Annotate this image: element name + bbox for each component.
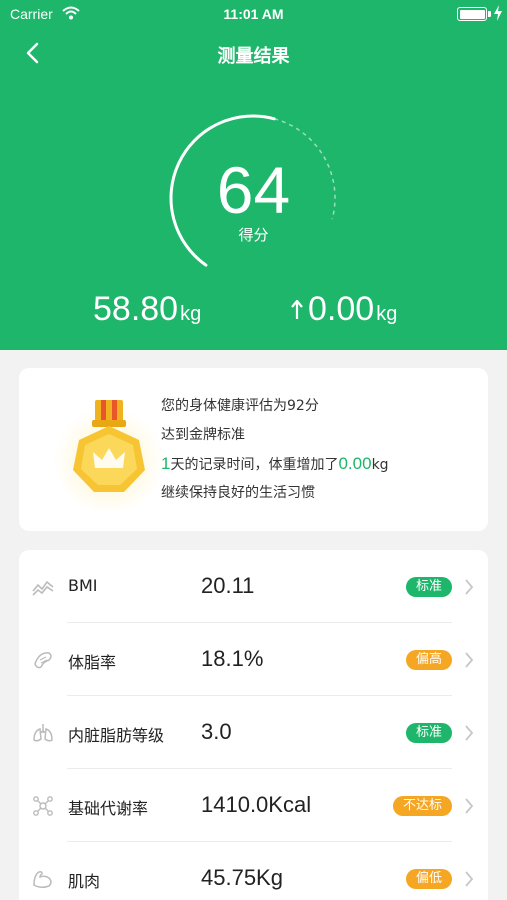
metric-value: 3.0	[201, 719, 232, 744]
muscle-icon	[33, 871, 52, 889]
score-value: 64	[216, 153, 291, 227]
assessment-text: 您的身体健康评估为92分 达到金牌标准 1天的记录时间，体重增加了0.00kg …	[161, 394, 389, 510]
assessment-card: 您的身体健康评估为92分 达到金牌标准 1天的记录时间，体重增加了0.00kg …	[19, 368, 488, 531]
metric-value: 18.1%	[201, 646, 264, 671]
status-badge: 标准	[405, 577, 452, 597]
metric-name: 肌肉	[68, 872, 101, 891]
battery-tip	[488, 11, 491, 17]
weight-change-stat: 0.00 kg	[290, 290, 397, 329]
arrow-up-icon	[291, 299, 303, 319]
assessment-level-text: 达到金牌标准	[161, 427, 245, 443]
chevron-right-icon	[465, 798, 474, 814]
status-time: 11:01 AM	[223, 6, 284, 22]
metric-name: 内脏脂肪等级	[68, 726, 165, 745]
metric-name: 基础代谢率	[68, 799, 149, 818]
battery-icon	[457, 7, 487, 21]
metric-value: 1410.0Kcal	[201, 792, 312, 817]
weight-gain-value: 0.00	[338, 454, 372, 473]
record-mid-text: 天的记录时间，体重增加了	[170, 457, 339, 473]
weight-value: 58.80	[93, 290, 179, 328]
status-badge: 偏高	[405, 650, 452, 670]
chevron-right-icon	[465, 725, 474, 741]
weight-stat: 58.80 kg	[93, 290, 201, 329]
weight-unit: kg	[180, 303, 202, 325]
chevron-right-icon	[465, 652, 474, 668]
assessment-score-text: 您的身体健康评估为92分	[161, 398, 319, 414]
header: Carrier 11:01 AM 测量结果 64 得分 58.80 kg 0.00…	[0, 0, 507, 350]
metric-row-visceral-fat[interactable]: 内脏脂肪等级 3.0 标准	[19, 696, 488, 769]
metric-row-bmi[interactable]: BMI 20.11 标准	[19, 550, 488, 623]
body-fat-icon	[34, 652, 52, 669]
metric-name: 体脂率	[68, 653, 117, 672]
status-bar: Carrier 11:01 AM	[0, 0, 507, 28]
weight-change-unit: kg	[376, 303, 398, 325]
chevron-right-icon	[465, 871, 474, 887]
chevron-right-icon	[465, 579, 474, 595]
metric-row-muscle[interactable]: 肌肉 45.75Kg 偏低	[19, 842, 488, 900]
lungs-icon	[33, 724, 53, 742]
molecule-icon	[33, 796, 53, 816]
page-title: 测量结果	[217, 46, 290, 67]
metrics-list: BMI 20.11 标准 体脂率 18.1% 偏高 内脏脂肪等级 3.0 标准	[19, 550, 488, 900]
weight-change-value: 0.00	[308, 290, 375, 328]
assessment-record-text: 1天的记录时间，体重增加了0.00kg	[161, 452, 389, 481]
trend-line-icon	[32, 580, 54, 596]
status-badge: 偏低	[405, 869, 452, 889]
metric-row-body-fat[interactable]: 体脂率 18.1% 偏高	[19, 623, 488, 696]
status-badge: 不达标	[392, 796, 452, 816]
weight-gain-unit: kg	[371, 457, 389, 473]
assessment-advice-text: 继续保持良好的生活习惯	[161, 485, 315, 501]
metric-name: BMI	[68, 576, 98, 595]
charging-bolt-icon	[494, 5, 502, 21]
metric-row-bmr[interactable]: 基础代谢率 1410.0Kcal 不达标	[19, 769, 488, 842]
metric-value: 45.75Kg	[201, 865, 283, 890]
gold-medal-icon	[53, 400, 165, 510]
metric-value: 20.11	[201, 573, 255, 598]
score-label: 得分	[238, 226, 269, 244]
status-badge: 标准	[405, 723, 452, 743]
